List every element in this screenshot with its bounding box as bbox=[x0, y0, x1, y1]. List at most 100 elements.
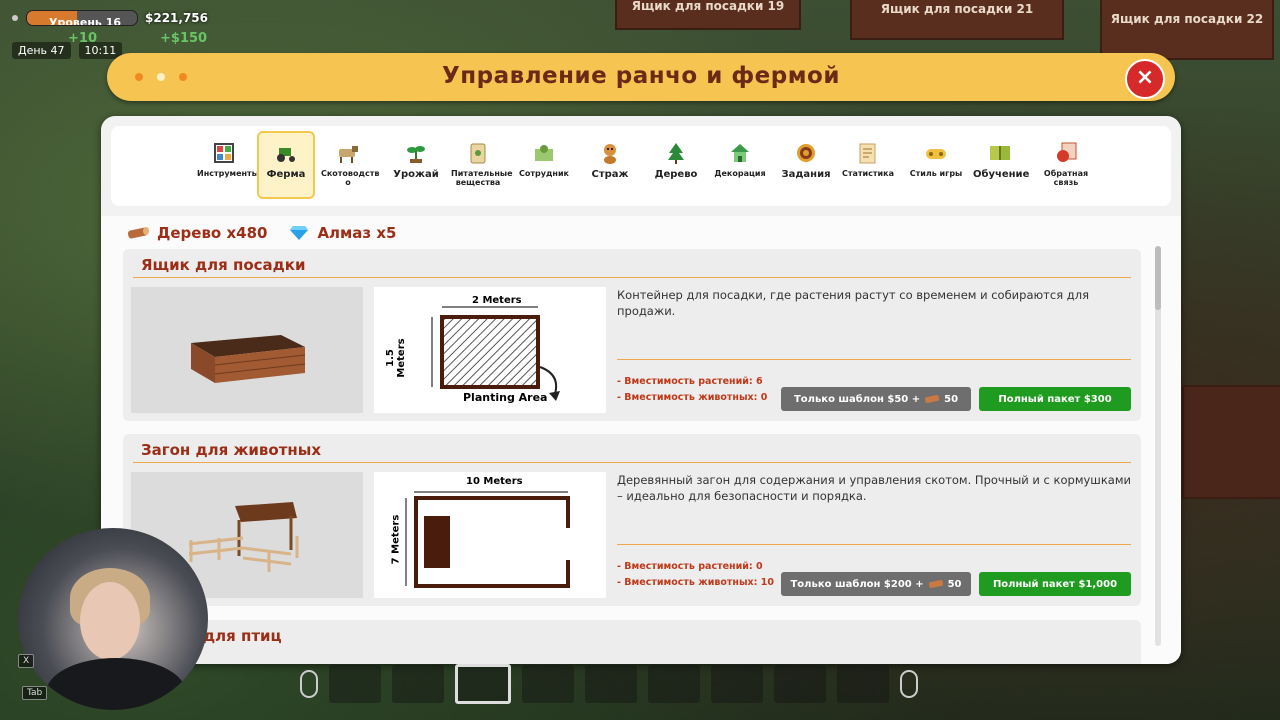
key-tab: Tab bbox=[22, 686, 48, 700]
animal-capacity: - Вместимость животных: 0 bbox=[617, 392, 768, 403]
stats-icon bbox=[856, 141, 880, 165]
template-only-button[interactable]: Только шаблон $200 + 50 bbox=[781, 572, 971, 596]
wood-resource: Дерево x480 bbox=[127, 224, 267, 242]
item-image bbox=[131, 287, 363, 413]
background-crate: Ящик для посадки 21 bbox=[850, 0, 1064, 40]
tab-dog[interactable]: Страж bbox=[583, 133, 637, 197]
streamer-webcam bbox=[18, 528, 208, 710]
hotbar-slot[interactable] bbox=[329, 665, 381, 703]
wood-icon bbox=[127, 227, 149, 239]
tab-label: Обучение bbox=[973, 169, 1030, 180]
template-wood-cost: 50 bbox=[947, 578, 962, 590]
level-indicator: Уровень 16 bbox=[12, 10, 138, 26]
tab-sprout[interactable]: Урожай bbox=[389, 133, 443, 197]
full-package-button[interactable]: Полный пакет $1,000 bbox=[979, 572, 1131, 596]
category-tabs: Инструменты Ферма Скотоводств о Урожай Питат… bbox=[111, 126, 1171, 206]
crate-sign: Ящик для посадки 21 bbox=[880, 2, 1034, 16]
tab-target[interactable]: Задания bbox=[779, 133, 833, 197]
level-progress-bar: Уровень 16 bbox=[26, 10, 138, 26]
template-only-button[interactable]: Только шаблон $50 + 50 bbox=[781, 387, 971, 411]
crate-sign: Ящик для посадки 19 bbox=[631, 0, 785, 13]
bug-icon bbox=[1054, 141, 1078, 165]
template-wood-cost: 50 bbox=[944, 393, 959, 405]
divider bbox=[617, 544, 1131, 545]
planting-box-image bbox=[191, 335, 306, 383]
item-stats: - Вместимость растений: 6 - Вместимость … bbox=[617, 374, 767, 406]
tab-label: Задания bbox=[781, 169, 831, 180]
time-label: 10:11 bbox=[78, 42, 123, 59]
item-card-bird-coop: для птиц bbox=[123, 620, 1141, 664]
animal-pen-diagram bbox=[405, 491, 570, 588]
tab-stats[interactable]: Статистика bbox=[841, 133, 895, 197]
mouse-icon bbox=[900, 670, 918, 698]
key-x: X bbox=[18, 654, 35, 668]
tab-label: Декорация bbox=[714, 169, 766, 178]
tab-house[interactable]: Декорация bbox=[713, 133, 767, 197]
tab-bug[interactable]: Обратная связь bbox=[1039, 133, 1093, 197]
animal-capacity: - Вместимость животных: 10 bbox=[617, 577, 775, 588]
house-icon bbox=[728, 141, 752, 165]
target-icon bbox=[794, 141, 818, 165]
diamond-resource: Алмаз x5 bbox=[289, 224, 396, 242]
tab-label: Инструменты bbox=[197, 169, 259, 178]
sprout-icon bbox=[404, 141, 428, 165]
tab-book[interactable]: Обучение bbox=[973, 133, 1030, 197]
hotbar-slot[interactable] bbox=[392, 665, 444, 703]
tractor-icon bbox=[274, 141, 298, 165]
wood-icon bbox=[925, 394, 940, 404]
close-button[interactable]: × bbox=[1125, 59, 1165, 99]
tab-label: Дерево bbox=[654, 169, 698, 180]
tree-icon bbox=[664, 141, 688, 165]
tab-label: Обратная связь bbox=[1043, 169, 1089, 187]
background-crate bbox=[1182, 385, 1280, 499]
cow-icon bbox=[336, 141, 360, 165]
hotbar-slot[interactable] bbox=[711, 665, 763, 703]
scrollbar-thumb[interactable] bbox=[1155, 246, 1161, 310]
width-label: 10 Meters bbox=[466, 476, 523, 487]
tab-worker[interactable]: Сотрудник bbox=[517, 133, 571, 197]
tab-label: Скотоводств о bbox=[321, 169, 380, 187]
diamond-count: Алмаз x5 bbox=[317, 224, 397, 242]
diamond-icon bbox=[290, 226, 309, 240]
divider bbox=[617, 359, 1131, 360]
book-icon bbox=[988, 141, 1012, 165]
tab-label: Питательные вещества bbox=[451, 169, 513, 187]
item-title: Загон для животных bbox=[141, 441, 321, 459]
item-title: для птиц bbox=[203, 627, 282, 645]
gamepad-icon bbox=[924, 141, 948, 165]
background-crate: Ящик для посадки 22 bbox=[1100, 0, 1274, 60]
tab-tractor[interactable]: Ферма bbox=[257, 131, 315, 199]
tab-tree[interactable]: Дерево bbox=[649, 133, 703, 197]
item-stats: - Вместимость растений: 0 - Вместимость … bbox=[617, 559, 774, 591]
tab-label: Стиль игры bbox=[909, 169, 963, 178]
template-button-label: Только шаблон $50 + bbox=[793, 393, 921, 405]
day-time-display: День 47 10:11 bbox=[12, 42, 123, 59]
tab-tools[interactable]: Инструменты bbox=[197, 133, 259, 197]
hotbar-slot[interactable] bbox=[522, 665, 574, 703]
hotbar-slot[interactable] bbox=[774, 665, 826, 703]
plant-capacity: - Вместимость растений: 0 bbox=[617, 561, 763, 572]
item-description: Деревянный загон для содержания и управл… bbox=[617, 473, 1131, 503]
resource-bar: Дерево x480 Алмаз x5 bbox=[127, 224, 396, 242]
tab-gamepad[interactable]: Стиль игры bbox=[909, 133, 963, 197]
hotbar-slot[interactable] bbox=[648, 665, 700, 703]
scrollbar[interactable] bbox=[1155, 246, 1161, 646]
window-title-bar: Управление ранчо и фермой × bbox=[107, 53, 1175, 101]
hotbar-slot-selected[interactable] bbox=[455, 664, 511, 704]
divider bbox=[133, 462, 1131, 463]
full-package-button[interactable]: Полный пакет $300 bbox=[979, 387, 1131, 411]
wood-count: Дерево x480 bbox=[157, 224, 268, 242]
money-display: $221,756 bbox=[145, 11, 209, 25]
content-area: Дерево x480 Алмаз x5 Ящик для посадки 2 … bbox=[101, 216, 1181, 664]
worker-icon bbox=[532, 141, 556, 165]
template-button-label: Только шаблон $200 + bbox=[790, 578, 924, 590]
hotbar-slot[interactable] bbox=[585, 665, 637, 703]
money-gain: +$150 bbox=[160, 31, 208, 46]
tab-label: Статистика bbox=[842, 169, 894, 178]
wood-icon bbox=[928, 579, 943, 589]
tab-cow[interactable]: Скотоводств о bbox=[321, 133, 380, 197]
tab-fertilizer[interactable]: Питательные вещества bbox=[451, 133, 513, 197]
hotbar-slot[interactable] bbox=[837, 665, 889, 703]
divider bbox=[133, 277, 1131, 278]
item-card-animal-pen: Загон для животных 10 Meters 7 Meters Де… bbox=[123, 434, 1141, 606]
